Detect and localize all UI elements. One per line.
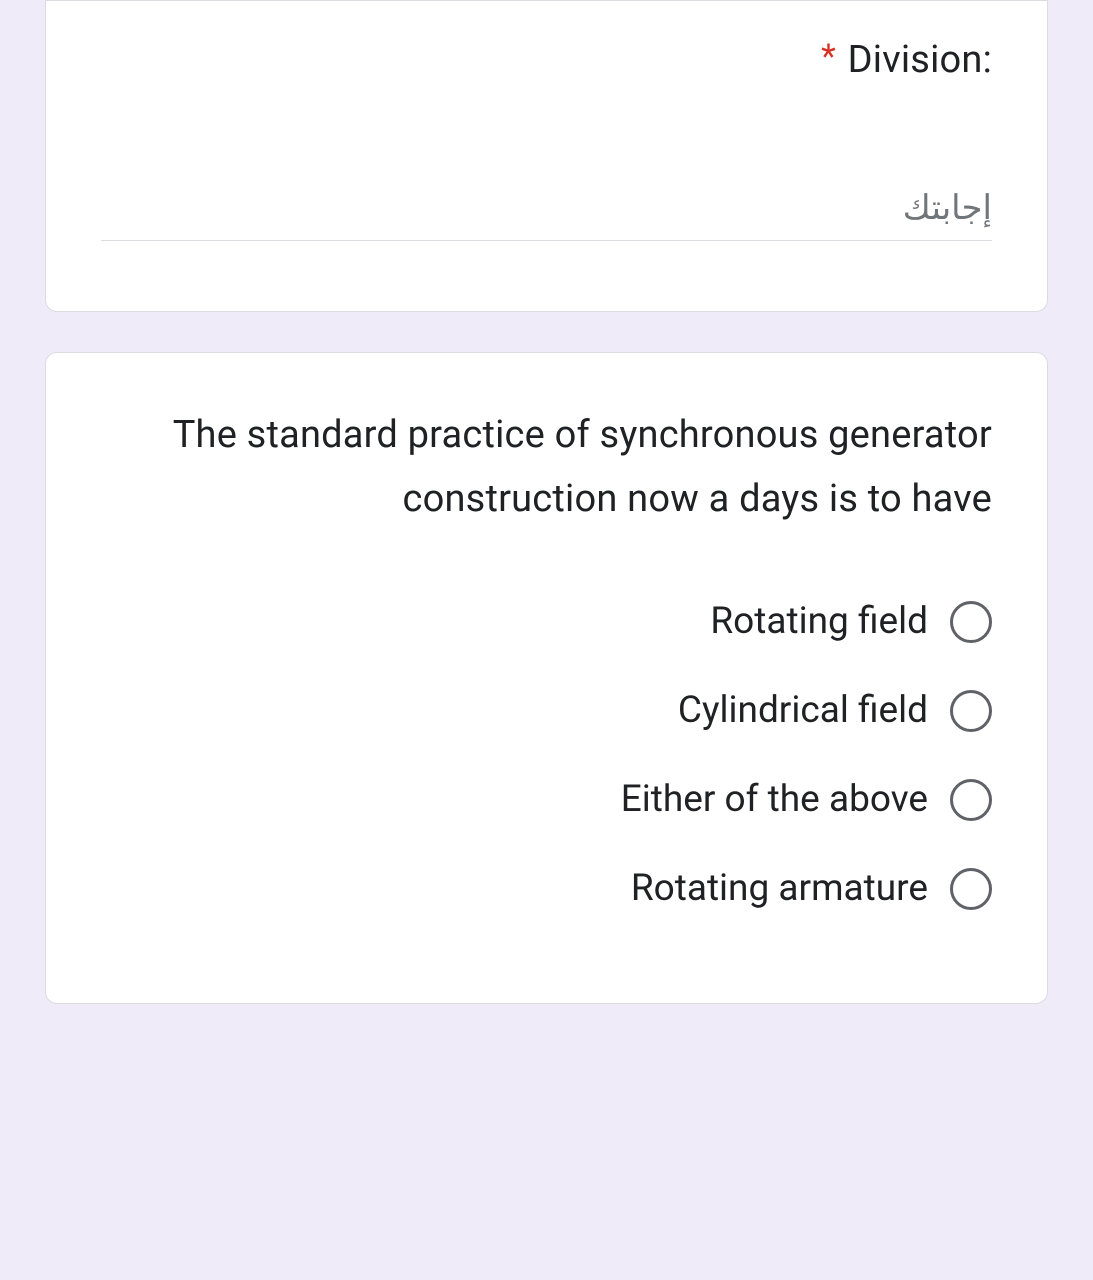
question-card-mcq: The standard practice of synchronous gen…: [45, 352, 1048, 1004]
option-label: Either of the above: [621, 778, 928, 821]
option-label: Cylindrical field: [678, 689, 928, 732]
radio-icon: [950, 868, 992, 910]
radio-icon: [950, 690, 992, 732]
division-answer-input[interactable]: [101, 180, 992, 241]
required-asterisk: *: [821, 37, 836, 77]
radio-icon: [950, 779, 992, 821]
option-label: Rotating armature: [631, 867, 928, 910]
question-title-division: :Division *: [101, 31, 992, 90]
question-label: :Division: [848, 38, 992, 82]
question-title-mcq: The standard practice of synchronous gen…: [101, 403, 992, 532]
options-group: Rotating field Cylindrical field Either …: [101, 577, 992, 933]
option-cylindrical-field[interactable]: Cylindrical field: [101, 666, 992, 755]
radio-icon: [950, 601, 992, 643]
option-either-above[interactable]: Either of the above: [101, 755, 992, 844]
option-rotating-field[interactable]: Rotating field: [101, 577, 992, 666]
question-card-division: :Division *: [45, 0, 1048, 312]
option-rotating-armature[interactable]: Rotating armature: [101, 844, 992, 933]
option-label: Rotating field: [710, 600, 928, 643]
